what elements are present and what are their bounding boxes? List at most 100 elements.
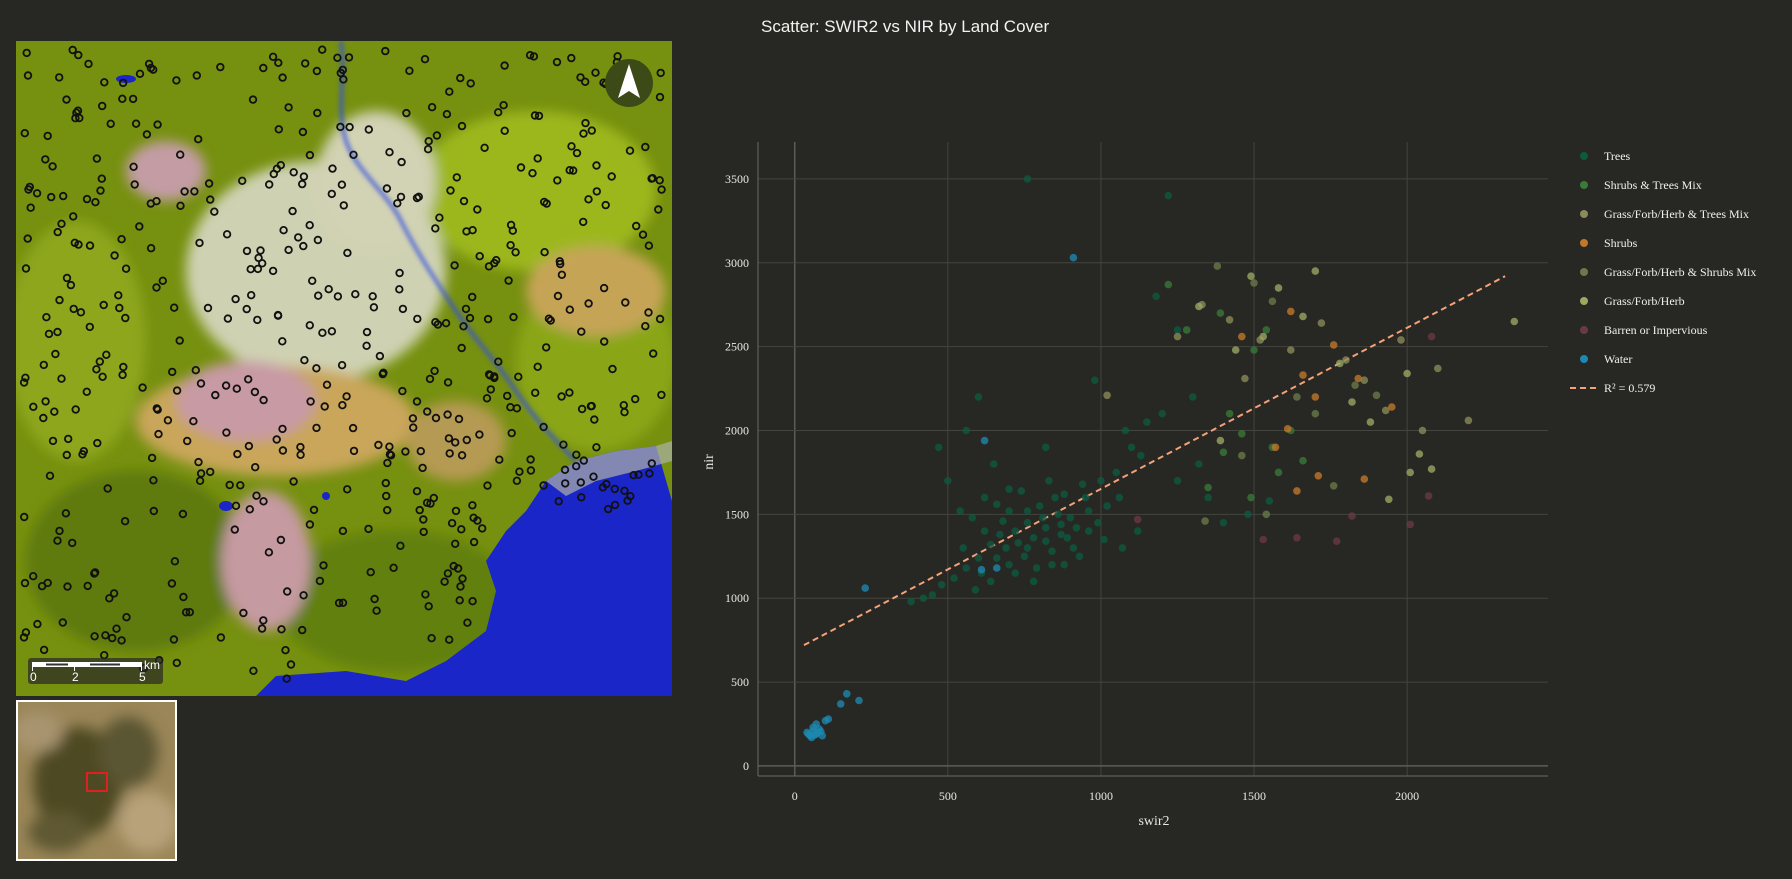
scatter-point[interactable] bbox=[1427, 465, 1436, 473]
scatter-point[interactable] bbox=[1051, 493, 1059, 502]
scatter-point[interactable] bbox=[1118, 544, 1127, 552]
scatter-point[interactable] bbox=[990, 460, 998, 468]
scatter-point[interactable] bbox=[962, 564, 970, 572]
scatter-point[interactable] bbox=[1241, 374, 1249, 383]
legend-item[interactable]: Grass/Forb/Herb bbox=[1580, 294, 1685, 308]
scatter-point[interactable] bbox=[1182, 326, 1191, 334]
scatter-point[interactable] bbox=[1032, 564, 1041, 572]
scatter-point[interactable] bbox=[1238, 430, 1246, 438]
scatter-point[interactable] bbox=[1348, 512, 1356, 520]
scatter-point[interactable] bbox=[1262, 326, 1271, 334]
scatter-point[interactable] bbox=[1204, 493, 1212, 502]
scatter-point[interactable] bbox=[974, 393, 983, 401]
scatter-point[interactable] bbox=[1075, 552, 1084, 561]
scatter-point[interactable] bbox=[1293, 487, 1301, 495]
scatter-point[interactable] bbox=[1265, 497, 1274, 505]
scatter-point[interactable] bbox=[1329, 341, 1338, 349]
scatter-point[interactable] bbox=[993, 564, 1001, 572]
scatter-point[interactable] bbox=[1158, 409, 1166, 418]
scatter-point[interactable] bbox=[861, 584, 869, 592]
scatter-point[interactable] bbox=[1406, 468, 1414, 477]
scatter-point[interactable] bbox=[1023, 507, 1032, 515]
legend-item-trendline[interactable]: R² = 0.579 bbox=[1570, 381, 1655, 395]
scatter-point[interactable] bbox=[1256, 336, 1264, 344]
scatter-point[interactable] bbox=[1201, 517, 1209, 525]
scatter-point[interactable] bbox=[1020, 552, 1029, 561]
scatter-point[interactable] bbox=[1054, 510, 1062, 519]
scatter-point[interactable] bbox=[1250, 346, 1258, 354]
scatter-point[interactable] bbox=[1388, 403, 1396, 411]
locator-inset-map[interactable] bbox=[16, 700, 177, 861]
scatter-point[interactable] bbox=[1213, 262, 1222, 270]
scatter-point[interactable] bbox=[843, 690, 851, 698]
legend[interactable]: Trees Shrubs & Trees Mix Grass/Forb/Herb &… bbox=[1570, 149, 1756, 395]
scatter-point[interactable] bbox=[996, 530, 1004, 539]
scatter-point[interactable] bbox=[934, 443, 943, 452]
scatter-point[interactable] bbox=[944, 477, 952, 485]
scatter-point[interactable] bbox=[1219, 518, 1228, 527]
scatter-point[interactable] bbox=[1069, 253, 1078, 262]
scatter-point[interactable] bbox=[1418, 426, 1427, 435]
scatter-point[interactable] bbox=[1271, 443, 1280, 452]
scatter-point[interactable] bbox=[1035, 502, 1044, 510]
legend-item[interactable]: Grass/Forb/Herb & Shrubs Mix bbox=[1580, 265, 1756, 279]
scatter-point[interactable] bbox=[1287, 307, 1295, 316]
scatter-point[interactable] bbox=[1336, 359, 1344, 368]
scatter-point[interactable] bbox=[1403, 369, 1411, 378]
scatter-point[interactable] bbox=[980, 493, 989, 502]
landcover-map[interactable] bbox=[16, 41, 672, 696]
scatter-point[interactable] bbox=[1397, 336, 1405, 344]
scatter-point[interactable] bbox=[1250, 279, 1258, 287]
scatter-point[interactable] bbox=[1238, 332, 1246, 341]
scatter-point[interactable] bbox=[1274, 468, 1283, 477]
scatter-point[interactable] bbox=[1143, 418, 1151, 426]
scatter-point[interactable] bbox=[1133, 527, 1142, 535]
scatter-point[interactable] bbox=[1164, 280, 1173, 289]
scatter-point[interactable] bbox=[821, 716, 830, 725]
scatter-point[interactable] bbox=[824, 715, 833, 723]
scatter-point[interactable] bbox=[1189, 393, 1197, 401]
scatter-point[interactable] bbox=[1103, 502, 1111, 510]
scatter-point[interactable] bbox=[1005, 507, 1013, 515]
scatter-point[interactable] bbox=[993, 500, 1001, 509]
scatter-point[interactable] bbox=[1314, 472, 1323, 480]
scatter-point[interactable] bbox=[1173, 477, 1182, 485]
scatter-point[interactable] bbox=[1510, 317, 1519, 326]
scatter-point[interactable] bbox=[1011, 569, 1019, 577]
scatter-point[interactable] bbox=[1002, 544, 1010, 552]
scatter-point[interactable] bbox=[1311, 409, 1320, 418]
scatter-point[interactable] bbox=[1259, 535, 1267, 544]
legend-item[interactable]: Water bbox=[1580, 352, 1632, 366]
scatter-point[interactable] bbox=[1287, 426, 1295, 435]
scatter-point[interactable] bbox=[1293, 393, 1301, 401]
scatter-point[interactable] bbox=[1023, 175, 1032, 183]
scatter-point[interactable] bbox=[1219, 448, 1228, 457]
legend-item[interactable]: Shrubs bbox=[1580, 236, 1638, 250]
scatter-point[interactable] bbox=[813, 728, 822, 737]
scatter-point[interactable] bbox=[1173, 332, 1182, 341]
scatter-point[interactable] bbox=[1084, 527, 1093, 535]
scatter-point[interactable] bbox=[1299, 312, 1307, 321]
scatter-point[interactable] bbox=[812, 720, 820, 728]
scatter-point[interactable] bbox=[1173, 326, 1182, 334]
scatter-point[interactable] bbox=[1274, 284, 1283, 292]
scatter-point[interactable] bbox=[1084, 507, 1093, 515]
scatter-point[interactable] bbox=[1023, 544, 1032, 552]
scatter-point[interactable] bbox=[1103, 391, 1111, 400]
scatter-point[interactable] bbox=[1094, 518, 1102, 527]
scatter-point[interactable] bbox=[1048, 547, 1056, 555]
scatter-point[interactable] bbox=[1057, 520, 1065, 529]
scatter-point[interactable] bbox=[1014, 539, 1023, 547]
scatter-point[interactable] bbox=[1259, 332, 1267, 341]
scatter-point[interactable] bbox=[1434, 364, 1442, 373]
scatter-point[interactable] bbox=[1072, 524, 1081, 532]
scatter-point[interactable] bbox=[1042, 537, 1050, 545]
scatter-point[interactable] bbox=[1152, 292, 1160, 301]
scatter-point[interactable] bbox=[1427, 332, 1436, 341]
scatter-point[interactable] bbox=[1048, 560, 1056, 569]
scatter-point[interactable] bbox=[1372, 391, 1381, 400]
scatter-point[interactable] bbox=[971, 586, 980, 594]
scatter-point[interactable] bbox=[1293, 534, 1301, 542]
scatter-point[interactable] bbox=[1351, 381, 1359, 390]
scatter-point[interactable] bbox=[1268, 297, 1277, 306]
